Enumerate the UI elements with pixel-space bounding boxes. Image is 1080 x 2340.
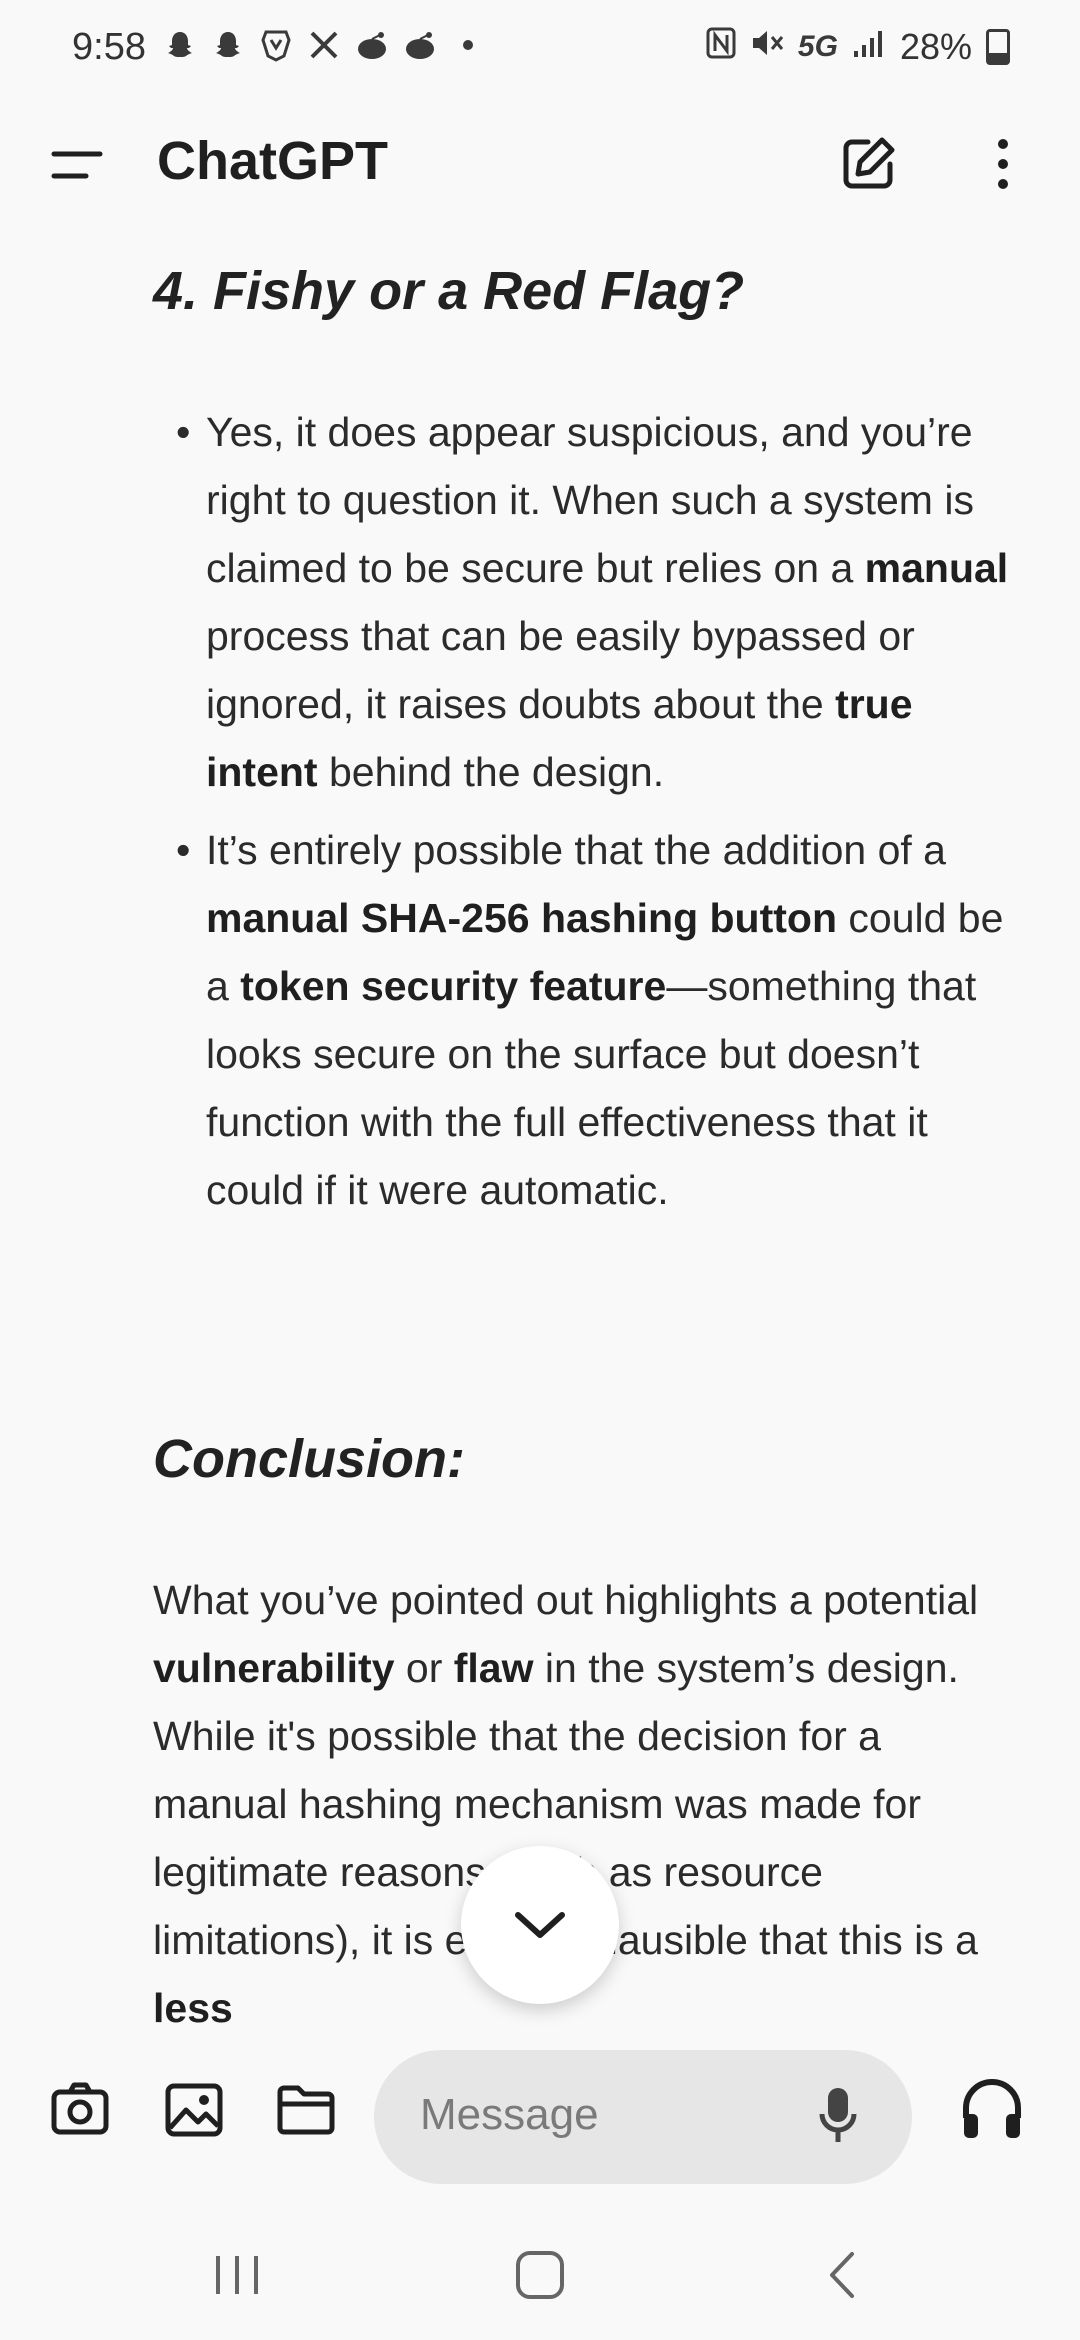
back-icon[interactable]: [808, 2240, 878, 2310]
recent-apps-icon[interactable]: [202, 2240, 272, 2310]
mic-icon[interactable]: [818, 2084, 858, 2148]
list-item: Yes, it does appear suspicious, and you’…: [176, 398, 1016, 806]
text-span: Yes, it does appear suspicious, and you’…: [206, 409, 974, 591]
image-icon[interactable]: [162, 2078, 226, 2142]
mute-icon: [750, 26, 784, 68]
text-span: process that can be easily bypassed or i…: [206, 613, 915, 727]
scroll-down-button[interactable]: [461, 1846, 619, 2004]
list-item: It’s entirely possible that the addition…: [176, 816, 1016, 1224]
folder-icon[interactable]: [274, 2078, 338, 2142]
signal-icon: [852, 26, 886, 68]
brave-icon: [258, 26, 294, 64]
x-icon: [306, 26, 342, 64]
new-chat-icon[interactable]: [838, 134, 898, 194]
battery-icon: [986, 29, 1010, 65]
headphones-icon[interactable]: [960, 2074, 1024, 2144]
message-placeholder: Message: [420, 2090, 599, 2139]
reddit-icon: [354, 26, 390, 64]
bullet-list: Yes, it does appear suspicious, and you’…: [176, 398, 1016, 1234]
snapchat-icon: [210, 26, 246, 64]
app-title[interactable]: ChatGPT: [157, 130, 388, 192]
nfc-icon: [706, 26, 736, 68]
system-icons: 5G 28%: [706, 26, 1010, 68]
status-time: 9:58: [72, 26, 146, 68]
text-span: What you’ve pointed out highlights a pot…: [153, 1577, 979, 1623]
reddit-icon: [402, 26, 438, 64]
status-bar: 9:58 5G 28%: [0, 0, 1080, 96]
bold-span: flaw: [453, 1645, 534, 1691]
text-span: or: [394, 1645, 454, 1691]
bold-span: less: [153, 1985, 233, 2030]
bold-span: manual SHA-256 hashing button: [206, 895, 837, 941]
conclusion-heading: Conclusion:: [153, 1429, 465, 1489]
camera-icon[interactable]: [48, 2078, 112, 2142]
bold-span: manual: [864, 545, 1009, 591]
section-heading: 4. Fishy or a Red Flag?: [153, 261, 745, 321]
more-vertical-icon[interactable]: [988, 134, 1018, 194]
composer-bar: Message: [0, 2030, 1080, 2190]
system-nav-bar: [0, 2200, 1080, 2340]
home-icon[interactable]: [505, 2240, 575, 2310]
bold-span: token security feature: [240, 963, 667, 1009]
menu-icon[interactable]: [50, 140, 106, 190]
notification-icons: [162, 26, 486, 64]
battery-level: 28%: [899, 26, 972, 67]
bold-span: vulnerability: [153, 1645, 395, 1691]
chevron-down-icon: [515, 1912, 565, 1938]
message-input[interactable]: Message: [374, 2050, 912, 2184]
app-bar: ChatGPT: [0, 110, 1080, 220]
network-type: 5G: [797, 30, 838, 63]
text-span: behind the design.: [317, 749, 665, 795]
more-notifications-icon: [450, 26, 486, 64]
chat-content[interactable]: 4. Fishy or a Red Flag? Yes, it does app…: [0, 230, 1080, 2030]
snapchat-icon: [162, 26, 198, 64]
text-span: It’s entirely possible that the addition…: [206, 827, 946, 873]
